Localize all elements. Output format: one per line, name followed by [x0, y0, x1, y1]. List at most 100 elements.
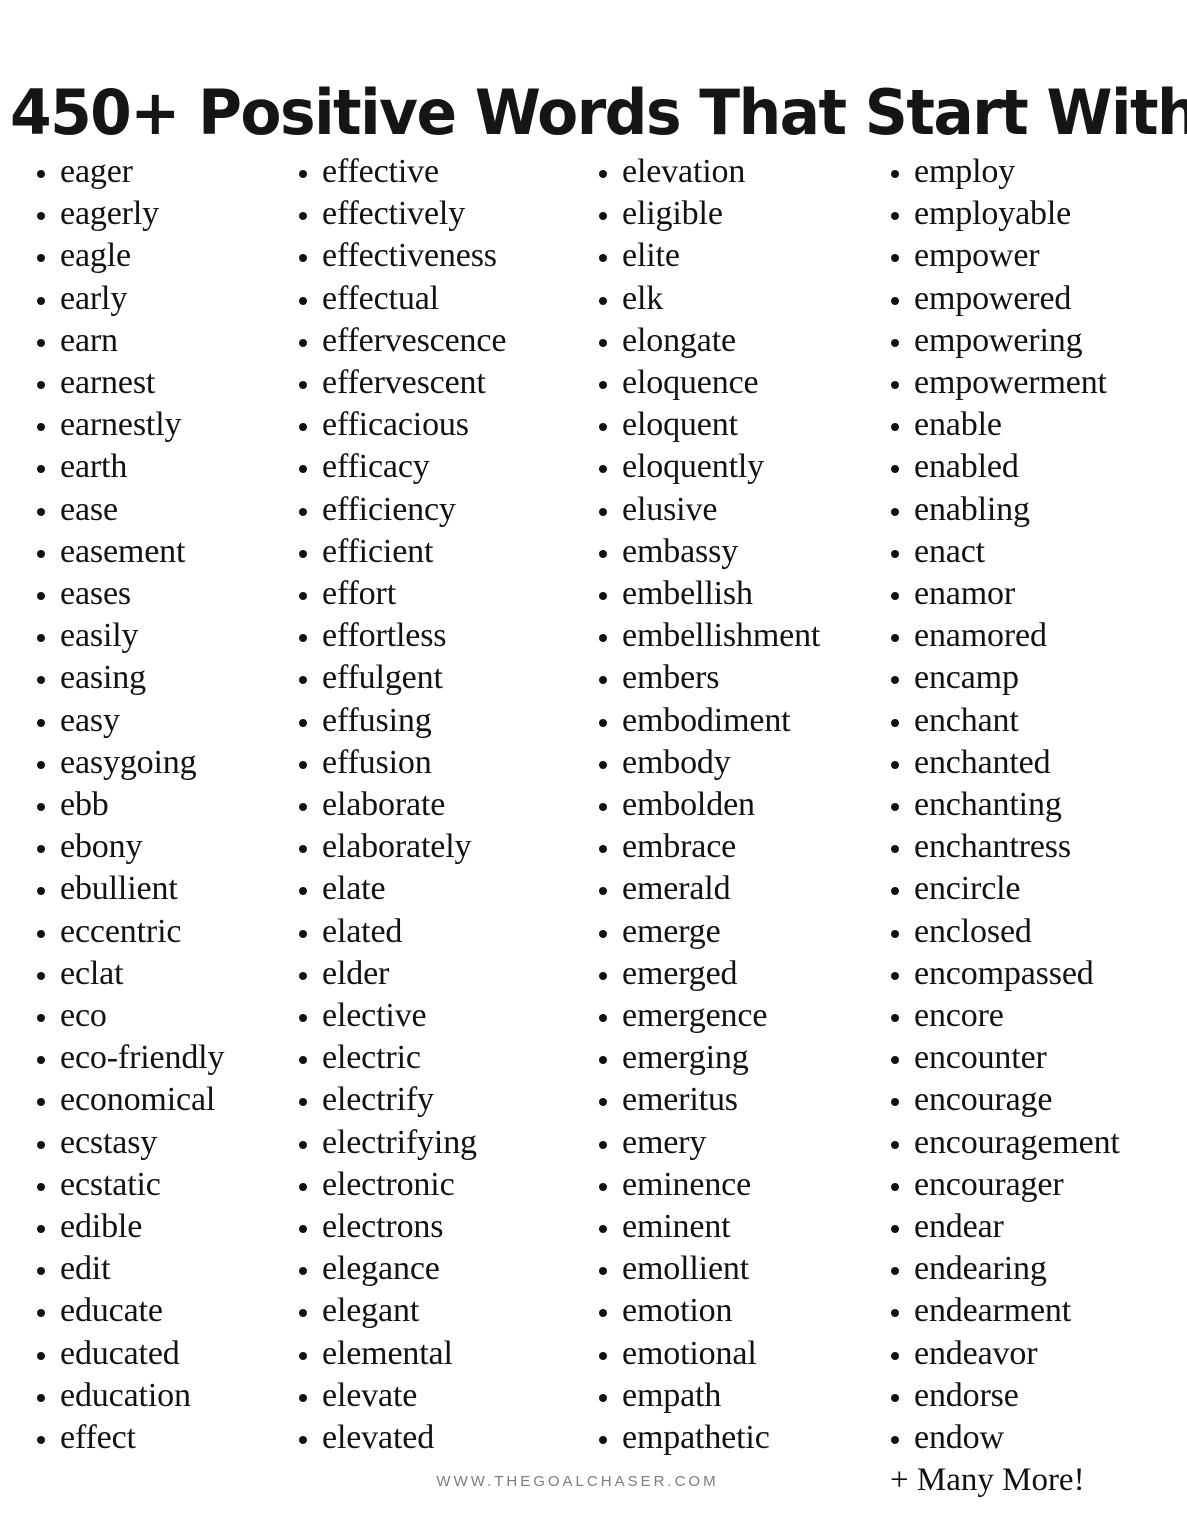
list-item: educated	[32, 1333, 262, 1375]
list-item: eager	[32, 151, 262, 193]
word-list-4: employ employable empower empowered empoweri…	[886, 151, 1187, 1459]
poster-page: 450+ Positive Words That Start With E ea…	[0, 0, 1187, 1536]
word-list-3: elevation eligible elite elk elongate eloquen…	[594, 151, 854, 1459]
list-item: education	[32, 1375, 262, 1417]
list-item: eloquence	[594, 362, 854, 404]
list-item: emerald	[594, 868, 854, 910]
list-item: enabling	[886, 489, 1187, 531]
list-item: eloquently	[594, 446, 854, 488]
list-item: enable	[886, 404, 1187, 446]
word-column-3: elevation eligible elite elk elongate eloquen…	[562, 151, 854, 1459]
list-item: emotion	[594, 1290, 854, 1332]
list-item: elevated	[294, 1417, 562, 1459]
list-item: educate	[32, 1290, 262, 1332]
footer-website: WWW.THEGOALCHASER.COM	[436, 1473, 719, 1490]
list-item: earth	[32, 446, 262, 488]
list-item: effectively	[294, 193, 562, 235]
list-item: encounter	[886, 1037, 1187, 1079]
list-item: employable	[886, 193, 1187, 235]
word-column-4: employ employable empower empowered empoweri…	[854, 151, 1187, 1502]
list-item: encourager	[886, 1164, 1187, 1206]
word-column-1: eager eagerly eagle early earn earnest earnest…	[0, 151, 262, 1459]
list-item: early	[32, 278, 262, 320]
list-item: ecstatic	[32, 1164, 262, 1206]
list-item: endeavor	[886, 1333, 1187, 1375]
list-item: empowering	[886, 320, 1187, 362]
list-item: eases	[32, 573, 262, 615]
list-item: embody	[594, 742, 854, 784]
list-item: eminence	[594, 1164, 854, 1206]
list-item: easement	[32, 531, 262, 573]
list-item: eligible	[594, 193, 854, 235]
list-item: ecstasy	[32, 1122, 262, 1164]
list-item: efficiency	[294, 489, 562, 531]
list-item: economical	[32, 1079, 262, 1121]
list-item: elite	[594, 235, 854, 277]
list-item: embellishment	[594, 615, 854, 657]
list-item: elongate	[594, 320, 854, 362]
list-item: elegance	[294, 1248, 562, 1290]
list-item: elated	[294, 911, 562, 953]
list-item: empower	[886, 235, 1187, 277]
list-item: encore	[886, 995, 1187, 1037]
list-item: effortless	[294, 615, 562, 657]
list-item: eminent	[594, 1206, 854, 1248]
list-item: effective	[294, 151, 562, 193]
list-item: elk	[594, 278, 854, 320]
list-item: easily	[32, 615, 262, 657]
list-item: encouragement	[886, 1122, 1187, 1164]
list-item: emeritus	[594, 1079, 854, 1121]
list-item: enchant	[886, 700, 1187, 742]
list-item: encompassed	[886, 953, 1187, 995]
list-item: eccentric	[32, 911, 262, 953]
list-item: elate	[294, 868, 562, 910]
list-item: elusive	[594, 489, 854, 531]
list-item: enclosed	[886, 911, 1187, 953]
list-item: emerge	[594, 911, 854, 953]
list-item: enamored	[886, 615, 1187, 657]
list-item: elaborate	[294, 784, 562, 826]
list-item: efficacious	[294, 404, 562, 446]
list-item: endear	[886, 1206, 1187, 1248]
list-item: effervescent	[294, 362, 562, 404]
list-item: electric	[294, 1037, 562, 1079]
list-item: empowerment	[886, 362, 1187, 404]
list-item: easing	[32, 657, 262, 699]
list-item: ebullient	[32, 868, 262, 910]
list-item: electrify	[294, 1079, 562, 1121]
list-item: effort	[294, 573, 562, 615]
list-item: empowered	[886, 278, 1187, 320]
list-item: emergence	[594, 995, 854, 1037]
list-item: elective	[294, 995, 562, 1037]
list-item: enchanting	[886, 784, 1187, 826]
list-item: employ	[886, 151, 1187, 193]
list-item: elder	[294, 953, 562, 995]
list-item: encamp	[886, 657, 1187, 699]
list-item: embellish	[594, 573, 854, 615]
list-item: embers	[594, 657, 854, 699]
list-item: embodiment	[594, 700, 854, 742]
list-item: effervescence	[294, 320, 562, 362]
word-list-1: eager eagerly eagle early earn earnest earnest…	[32, 151, 262, 1459]
list-item: ebb	[32, 784, 262, 826]
page-title: 450+ Positive Words That Start With E	[10, 75, 1187, 149]
list-item: electrifying	[294, 1122, 562, 1164]
list-item: elevation	[594, 151, 854, 193]
list-item: empath	[594, 1375, 854, 1417]
list-item: emotional	[594, 1333, 854, 1375]
list-item: effectiveness	[294, 235, 562, 277]
list-item: edit	[32, 1248, 262, 1290]
list-item: elegant	[294, 1290, 562, 1332]
list-item: endearing	[886, 1248, 1187, 1290]
list-item: efficient	[294, 531, 562, 573]
list-item: emery	[594, 1122, 854, 1164]
list-item: effect	[32, 1417, 262, 1459]
list-item: eclat	[32, 953, 262, 995]
list-item: effulgent	[294, 657, 562, 699]
list-item: effusing	[294, 700, 562, 742]
list-item: encircle	[886, 868, 1187, 910]
list-item: emerging	[594, 1037, 854, 1079]
list-item: effectual	[294, 278, 562, 320]
list-item: eco	[32, 995, 262, 1037]
list-item: edible	[32, 1206, 262, 1248]
